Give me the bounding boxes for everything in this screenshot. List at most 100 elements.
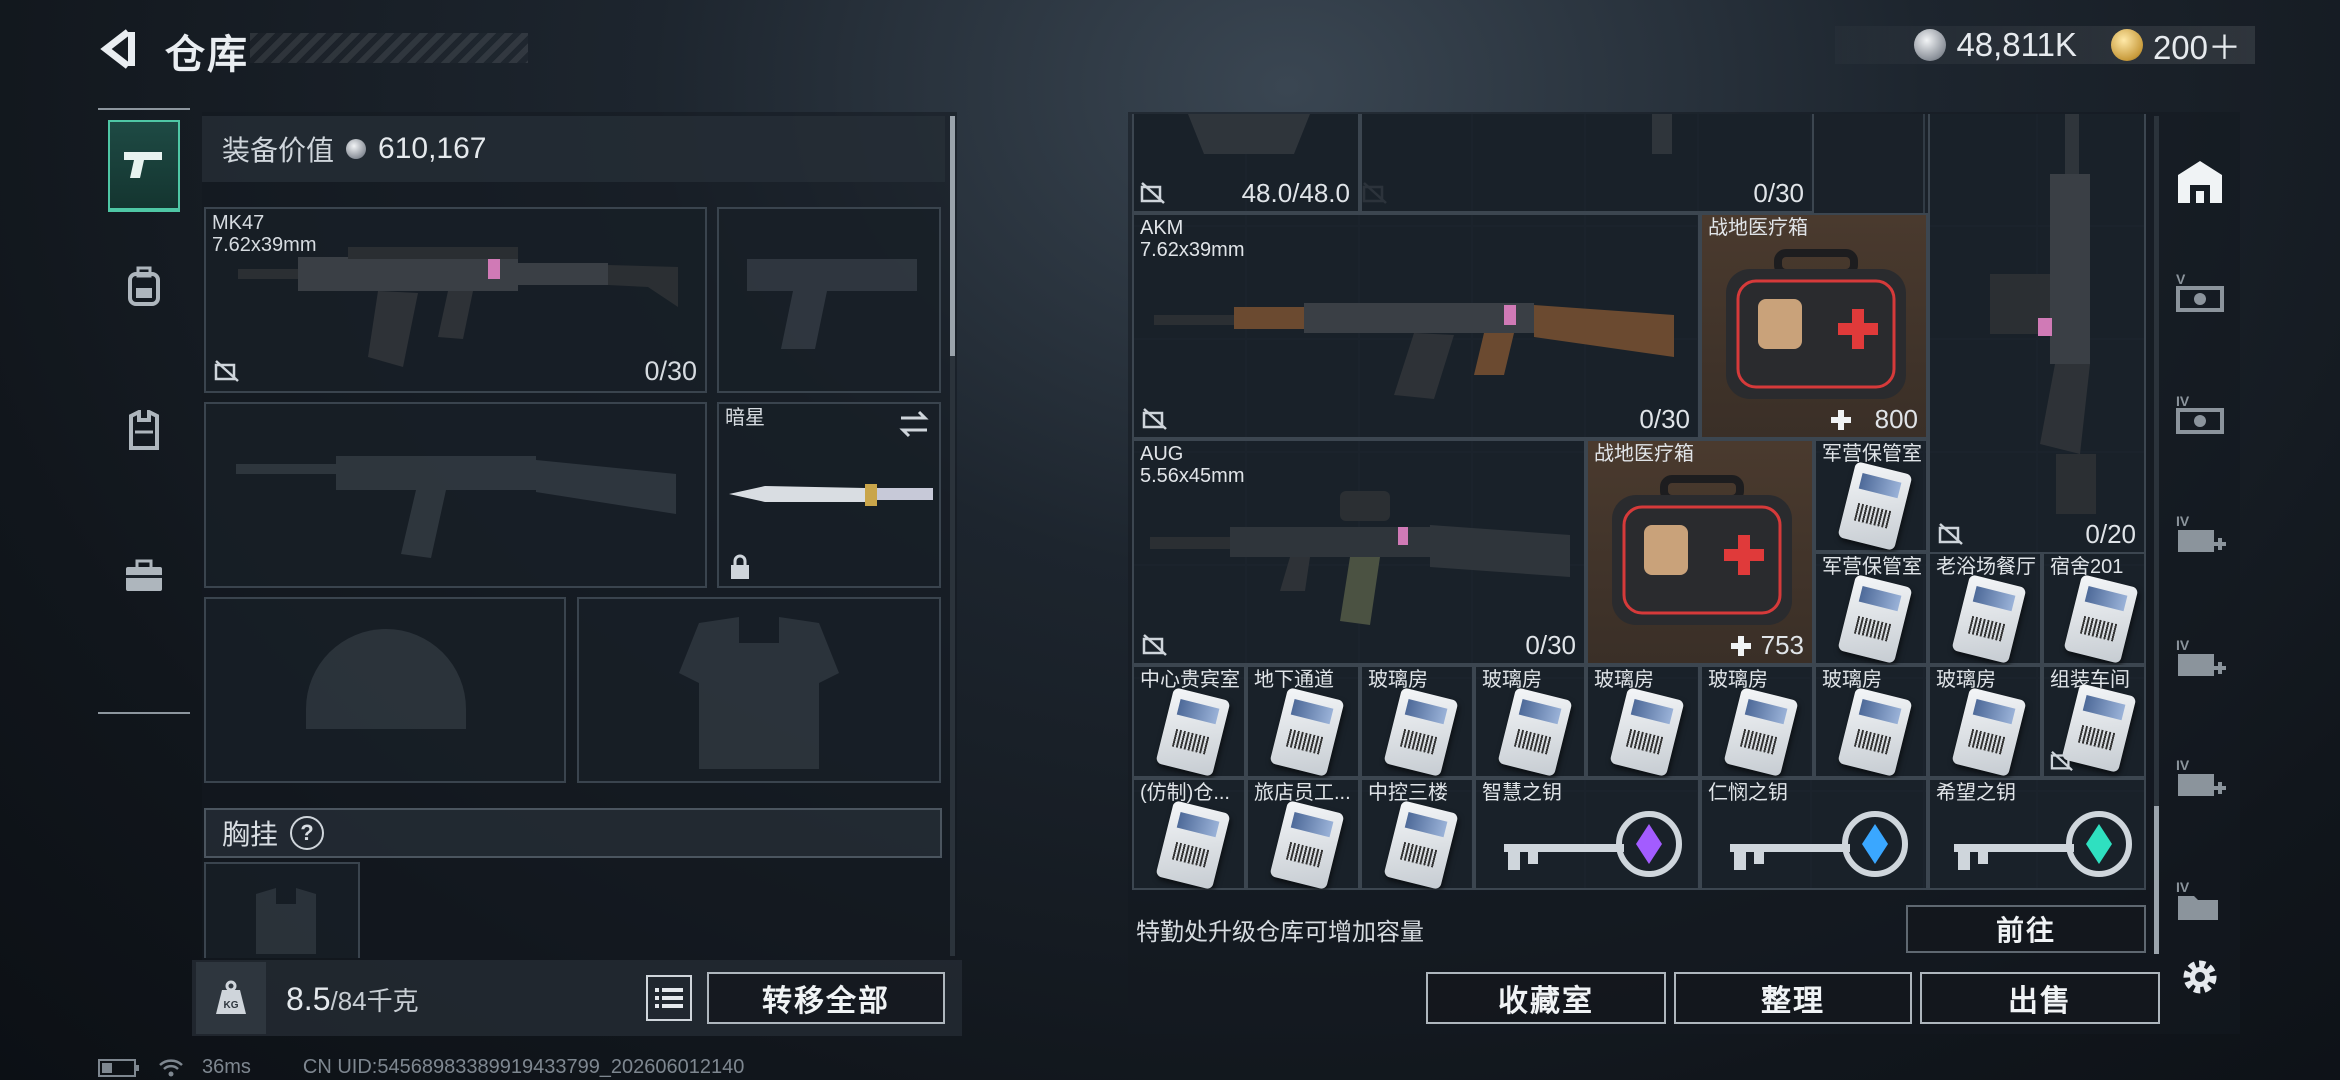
keycard-label: 玻璃房 [1708, 669, 1768, 691]
equipment-value: 610,167 [378, 132, 487, 165]
rifle-silhouette-icon [236, 456, 676, 558]
lock-icon [731, 554, 749, 579]
keycard-item[interactable]: 组装车间 [2042, 665, 2146, 778]
key-gem [1636, 824, 1662, 864]
goto-button[interactable]: 前往 [1906, 905, 2146, 953]
melee-slot[interactable]: 暗星 [717, 402, 941, 588]
keycard-item[interactable]: 老浴场餐厅 [1928, 552, 2042, 665]
svg-text:IV: IV [2176, 637, 2190, 653]
keycard-label: 玻璃房 [1822, 669, 1882, 691]
help-icon[interactable]: ? [290, 816, 325, 850]
weapon-ammo: 0/30 [1753, 178, 1804, 208]
case-iv-icon: IV [2176, 393, 2224, 434]
back-arrow-icon [100, 29, 135, 69]
weight-lock-button[interactable]: KG [196, 962, 266, 1034]
keycard-item[interactable]: (仿制)仓... [1132, 778, 1246, 890]
backpack-icon [128, 266, 160, 306]
keycard-item[interactable]: 玻璃房 [1700, 665, 1814, 778]
knife-image [729, 484, 933, 506]
page-title: 仓库 [165, 33, 249, 77]
key-item[interactable]: 仁悯之钥 [1700, 778, 1928, 890]
collection-room-button[interactable]: 收藏室 [1426, 972, 1666, 1024]
svg-text:IV: IV [2176, 757, 2190, 773]
currency-bar: 48,811K 200＋ [1835, 26, 2255, 66]
helmet-slot[interactable] [204, 597, 566, 783]
organize-button[interactable]: 整理 [1674, 972, 1912, 1024]
aug-item[interactable]: AUG 5.56x45mm 0/30 [1132, 439, 1586, 665]
folder-icon: IV [2176, 879, 2218, 920]
gold-balance[interactable]: 200＋ [2153, 21, 2241, 69]
v-case-tab[interactable]: V [2174, 268, 2226, 318]
chest-rig-silhouette-icon [256, 888, 316, 954]
silver-coin-icon [1914, 29, 1947, 61]
back-button[interactable] [98, 28, 140, 70]
svg-text:V: V [2176, 271, 2186, 287]
transfer-all-button[interactable]: 转移全部 [707, 972, 945, 1024]
svg-text:KG: KG [224, 1000, 239, 1011]
armor-slot[interactable] [577, 597, 941, 783]
safehouse-icon [2178, 161, 2222, 203]
medkit-item[interactable]: 战地医疗箱 800 [1700, 213, 1928, 439]
list-view-button[interactable] [646, 975, 692, 1021]
weapon-caliber: 7.62x39mm [1140, 239, 1245, 261]
key-item[interactable]: 希望之钥 [1928, 778, 2146, 890]
no-attachment-icon [1142, 408, 1167, 430]
keycard-item[interactable]: 玻璃房 [1814, 665, 1928, 778]
keycard-label: 旅店员工... [1254, 782, 1351, 804]
keycard-label: 玻璃房 [1594, 669, 1654, 691]
iv-slot-2-tab[interactable]: IV [2174, 634, 2226, 684]
keycard-item[interactable]: 地下通道 [1246, 665, 1360, 778]
vertical-rifle-image [1990, 114, 2096, 514]
ornate-key-icon [1730, 811, 1908, 877]
secondary-weapon-slot[interactable] [204, 402, 707, 588]
equipment-scrollbar[interactable] [950, 116, 955, 956]
vertical-rifle-item[interactable]: 0/20 [1928, 114, 2146, 554]
keycard-label: 老浴场餐厅 [1936, 556, 2036, 578]
medkit-item[interactable]: 战地医疗箱 753 [1586, 439, 1814, 665]
helmet-image [1188, 114, 1310, 154]
weapon-item-top[interactable]: 0/30 [1360, 114, 1814, 213]
tab-briefcase[interactable] [108, 530, 180, 622]
helmet-item[interactable]: 48.0/48.0 [1132, 114, 1387, 213]
pistol-icon [124, 152, 162, 178]
sell-button[interactable]: 出售 [1920, 972, 2160, 1024]
keycard-item[interactable]: 中控三楼 [1360, 778, 1474, 890]
ornate-key-icon [1954, 811, 2132, 877]
iv-case-tab[interactable]: IV [2174, 390, 2226, 440]
iv-slot-3-tab[interactable]: IV [2174, 754, 2226, 804]
tab-vest[interactable] [108, 384, 180, 476]
vertical-rifle-ammo: 0/20 [2085, 519, 2136, 549]
keycard-icon [1383, 800, 1459, 890]
tab-weapons[interactable] [108, 120, 180, 212]
keycard-item[interactable]: 旅店员工... [1246, 778, 1360, 890]
medkit-label: 战地医疗箱 [1708, 217, 1808, 239]
keycard-icon [1155, 800, 1231, 890]
svg-text:IV: IV [2176, 393, 2190, 409]
keycard-icon [1837, 574, 1913, 664]
iv-slot-1-tab[interactable]: IV [2174, 510, 2226, 560]
key-item[interactable]: 智慧之钥 [1474, 778, 1700, 890]
keycard-icon [1951, 574, 2027, 664]
keycard-item[interactable]: 玻璃房 [1928, 665, 2042, 778]
settings-button[interactable] [2174, 952, 2226, 1002]
keycard-item[interactable]: 军营保管室 [1814, 439, 1928, 552]
primary-weapon-name: MK47 7.62x39mm [212, 212, 317, 256]
primary-weapon-ammo: 0/30 [644, 356, 697, 386]
iv-folder-tab[interactable]: IV [2174, 876, 2226, 926]
keycard-item[interactable]: 玻璃房 [1360, 665, 1474, 778]
tab-backpack[interactable] [108, 240, 180, 332]
sidearm-slot[interactable] [717, 207, 941, 393]
keycard-item[interactable]: 玻璃房 [1586, 665, 1700, 778]
keycard-item[interactable]: 玻璃房 [1474, 665, 1586, 778]
keycard-item[interactable]: 军营保管室 [1814, 552, 1928, 665]
keycard-label: 玻璃房 [1482, 669, 1542, 691]
keycard-item[interactable]: 中心贵宾室 [1132, 665, 1246, 778]
primary-weapon-slot[interactable]: MK47 7.62x39mm 0/30 [204, 207, 707, 393]
keycard-item[interactable]: 宿舍201 [2042, 552, 2146, 665]
safehouse-tab[interactable] [2174, 156, 2226, 206]
swap-icon[interactable] [897, 410, 931, 438]
chest-rig-slot[interactable] [204, 862, 360, 958]
wifi-icon [159, 1058, 183, 1076]
akm-item[interactable]: AKM 7.62x39mm 0/30 [1132, 213, 1700, 439]
case-v-icon: V [2176, 271, 2224, 312]
